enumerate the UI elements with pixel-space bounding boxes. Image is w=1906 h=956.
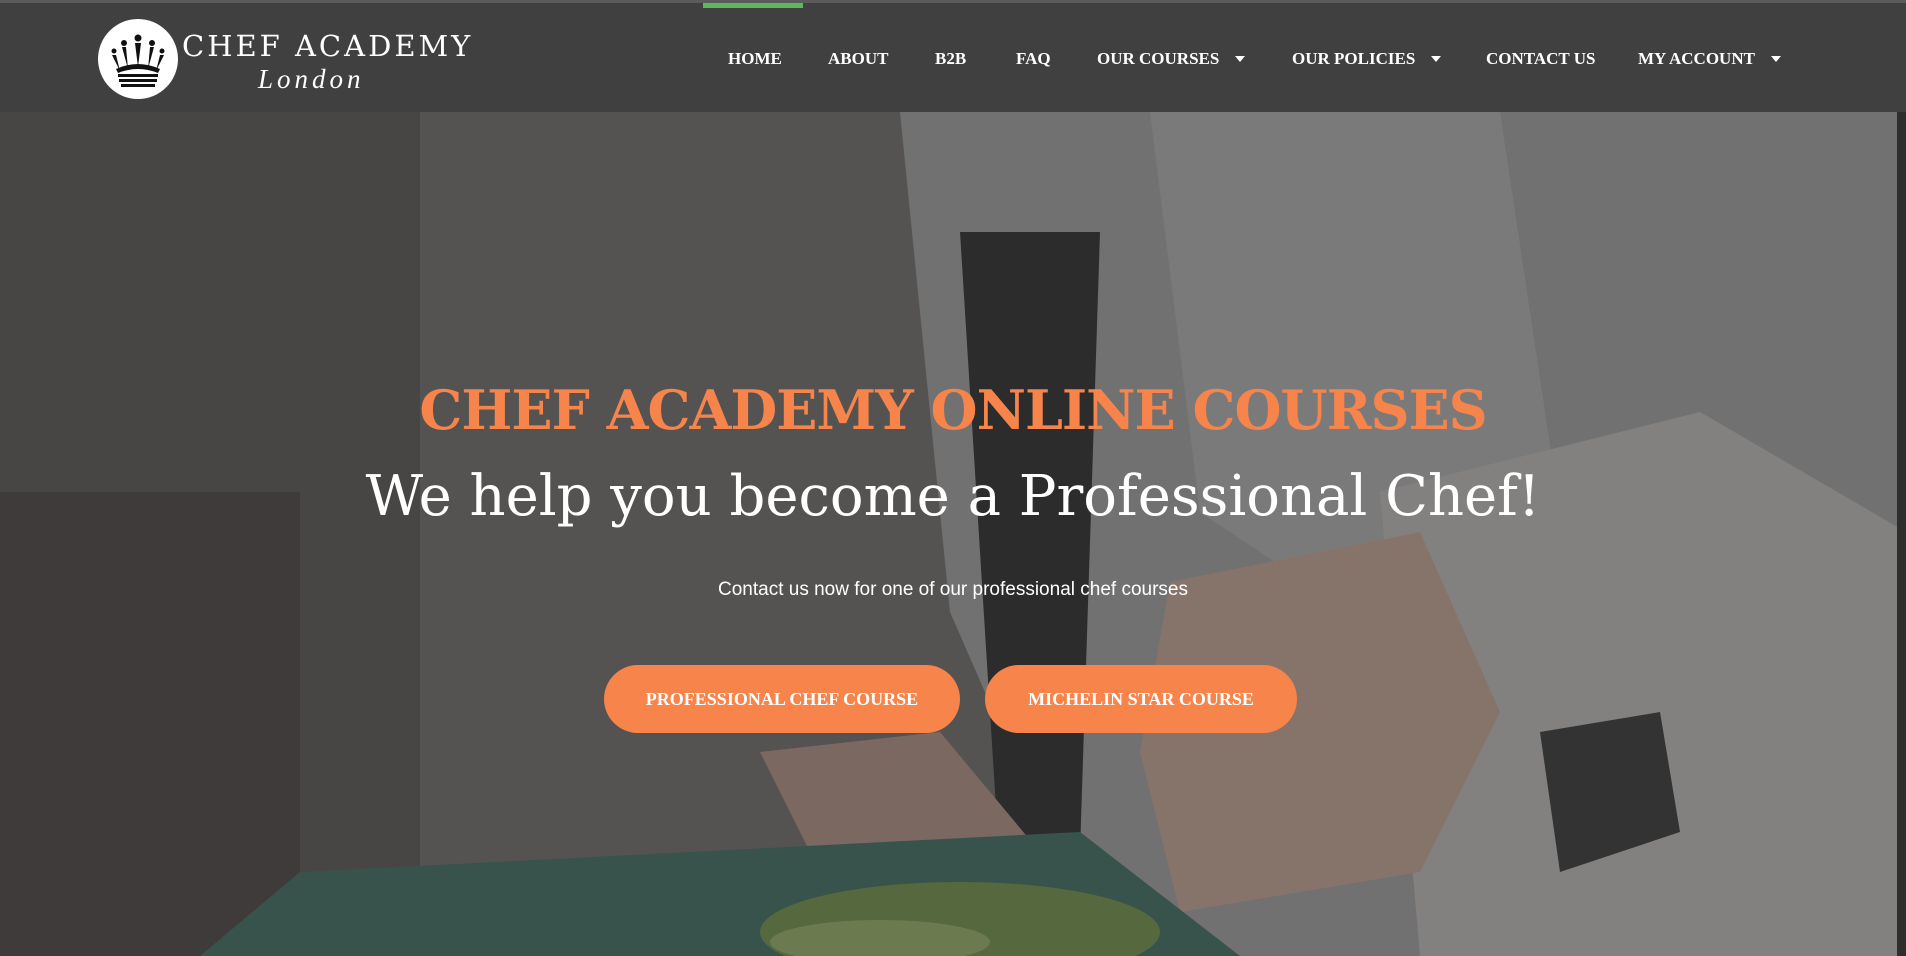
hero-section: CHEF ACADEMY ONLINE COURSES We help you … bbox=[0, 112, 1906, 956]
nav-item-label: CONTACT US bbox=[1486, 49, 1596, 68]
professional-chef-course-button[interactable]: PROFESSIONAL CHEF COURSE bbox=[604, 665, 960, 733]
nav-item-label: HOME bbox=[728, 49, 782, 68]
nav-item-label: OUR COURSES bbox=[1097, 49, 1220, 68]
chevron-down-icon bbox=[1770, 56, 1781, 62]
hero-subtitle: We help you become a Professional Chef! bbox=[365, 464, 1541, 529]
hero-title: CHEF ACADEMY ONLINE COURSES bbox=[419, 378, 1487, 442]
nav-item-our-courses[interactable]: OUR COURSES bbox=[1097, 45, 1246, 73]
nav-item-home[interactable]: HOME bbox=[728, 45, 782, 73]
nav-item-label: ABOUT bbox=[828, 49, 889, 68]
nav-item-contact-us[interactable]: CONTACT US bbox=[1486, 45, 1595, 73]
site-header: CHEF ACADEMY London HOME ABOUT B2B FAQ O… bbox=[0, 0, 1906, 112]
hero-content: CHEF ACADEMY ONLINE COURSES We help you … bbox=[0, 112, 1906, 956]
michelin-star-course-button[interactable]: MICHELIN STAR COURSE bbox=[985, 665, 1297, 733]
nav-item-b2b[interactable]: B2B bbox=[935, 45, 966, 73]
nav-item-label: MY ACCOUNT bbox=[1638, 49, 1755, 68]
main-nav: HOME ABOUT B2B FAQ OUR COURSES OUR POLIC… bbox=[0, 3, 1906, 115]
button-label: MICHELIN STAR COURSE bbox=[1028, 688, 1254, 709]
button-label: PROFESSIONAL CHEF COURSE bbox=[645, 688, 919, 709]
hero-description: Contact us now for one of our profession… bbox=[718, 579, 1188, 600]
chevron-down-icon bbox=[1431, 56, 1442, 62]
nav-item-faq[interactable]: FAQ bbox=[1016, 45, 1051, 73]
nav-item-about[interactable]: ABOUT bbox=[828, 45, 888, 73]
nav-item-label: OUR POLICIES bbox=[1292, 49, 1416, 68]
nav-item-label: FAQ bbox=[1016, 49, 1051, 68]
chevron-down-icon bbox=[1235, 56, 1246, 62]
nav-item-label: B2B bbox=[935, 49, 967, 68]
nav-item-my-account[interactable]: MY ACCOUNT bbox=[1638, 45, 1781, 73]
nav-item-our-policies[interactable]: OUR POLICIES bbox=[1292, 45, 1442, 73]
